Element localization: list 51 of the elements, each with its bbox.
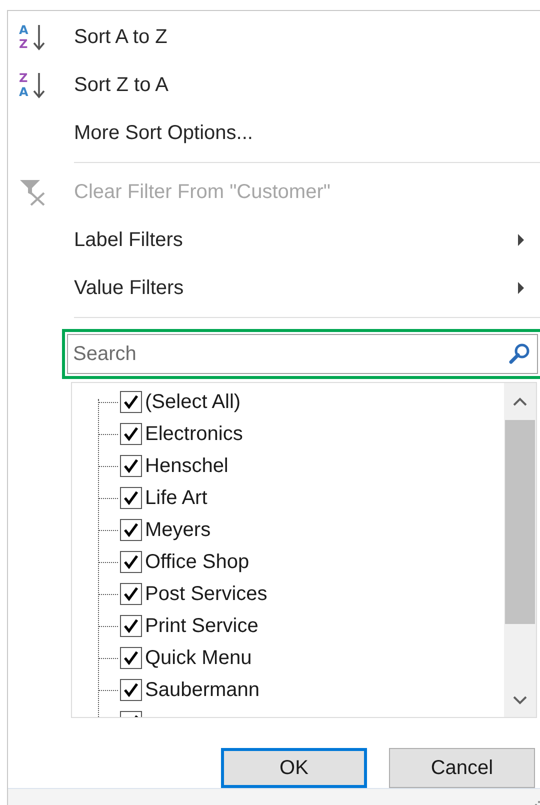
dialog-button[interactable]: OK [221,748,367,788]
checkmark-icon [123,618,139,634]
scroll-up-icon[interactable] [513,397,527,406]
checkmark-icon [123,426,139,442]
menu-item-label: Label Filters [74,228,183,253]
search-field[interactable]: Search [67,334,538,374]
submenu-arrow-icon [517,234,525,246]
checkmark-icon [123,682,139,698]
menu-item-label: Value Filters [74,276,184,301]
checkbox[interactable] [120,551,142,573]
checkbox[interactable] [120,583,142,605]
checkmark-icon [123,554,139,570]
filter-item-label[interactable]: Meyers [145,515,211,545]
menu-item-label: Clear Filter From "Customer" [74,180,330,205]
search-icon [508,342,532,366]
menu-item[interactable]: Z A Sort Z to A [8,61,540,109]
menu-item[interactable]: Value Filters [8,264,540,312]
checkbox[interactable] [120,647,142,669]
filter-item-label[interactable]: Office Shop [145,547,250,577]
scrollbar[interactable] [504,383,536,717]
checkmark-icon [123,458,139,474]
checkmark-icon [123,586,139,602]
checkmark-icon [123,650,139,666]
checkbox[interactable] [120,519,142,541]
checkbox[interactable] [120,615,142,637]
checkmark-icon [123,490,139,506]
submenu-arrow-icon [517,282,525,294]
checkbox[interactable] [120,423,142,445]
menu-item[interactable]: More Sort Options... [8,109,540,157]
filter-item-label[interactable]: Quick Menu [145,643,252,673]
menu-item-label: Sort A to Z [74,25,168,50]
menu-item[interactable]: Label Filters [8,216,540,264]
scroll-down-icon[interactable] [513,696,527,705]
checkbox[interactable] [120,391,142,413]
menu-item[interactable]: A Z Sort A to Z [8,13,540,61]
filter-item-label[interactable]: (Select All) [145,387,241,417]
dialog-button[interactable]: Cancel [389,748,535,788]
checkbox[interactable] [120,455,142,477]
menu-item-label: Sort Z to A [74,73,168,98]
filter-item-label[interactable]: Henschel [145,451,228,481]
filter-item-label[interactable]: Print Service [145,611,258,641]
checkmark-icon [123,522,139,538]
filter-item-label[interactable]: Saubermann [145,675,260,705]
filter-item-label[interactable]: Electronics [145,419,243,449]
scrollbar-thumb[interactable] [505,420,535,624]
menu-item-label: More Sort Options... [74,121,253,146]
checkbox[interactable] [120,487,142,509]
filter-item-label[interactable]: Life Art [145,483,208,513]
filter-item-label[interactable]: Post Services [145,579,268,609]
checkmark-icon [123,394,139,410]
checkbox[interactable] [120,679,142,701]
